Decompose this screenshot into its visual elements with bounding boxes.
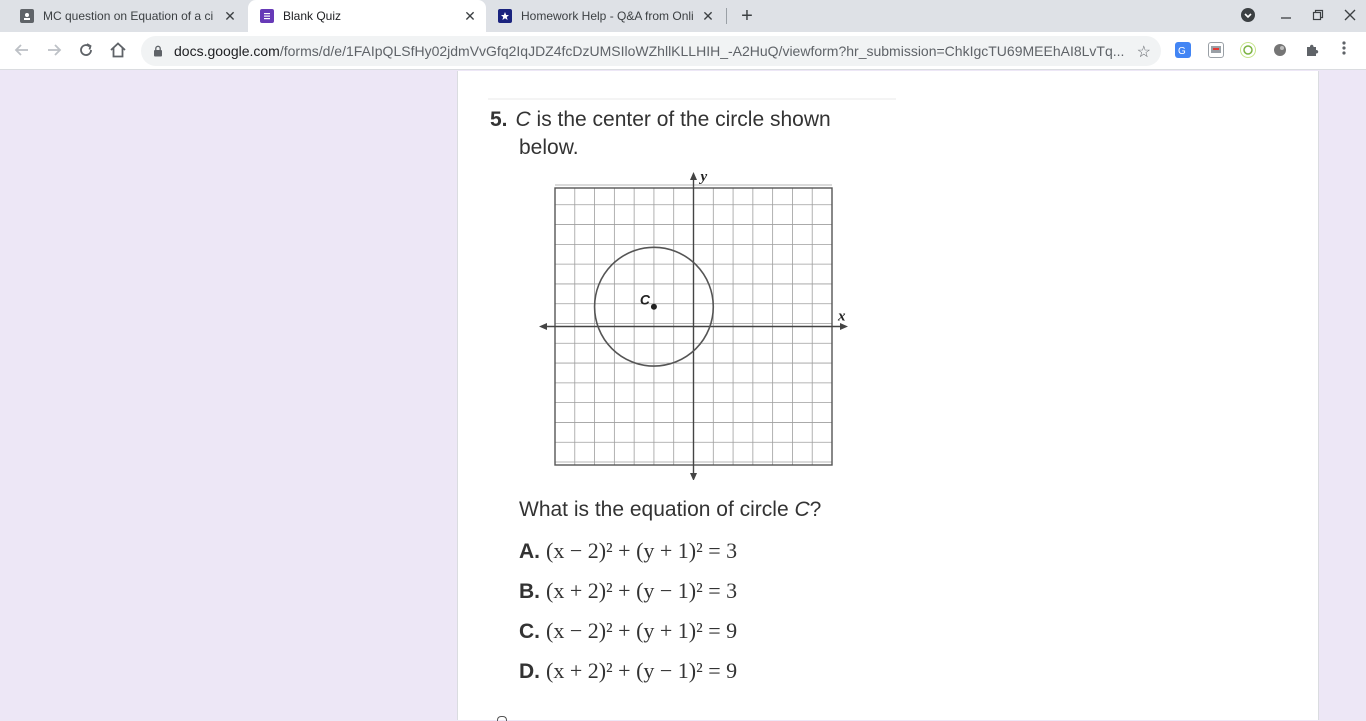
close-icon[interactable]: ✕ bbox=[700, 8, 716, 24]
tab-title: Homework Help - Q&A from Onli bbox=[521, 9, 694, 23]
lock-icon[interactable] bbox=[153, 45, 163, 57]
y-axis-label: y bbox=[699, 169, 708, 185]
choice-letter: C. bbox=[519, 620, 540, 643]
x-axis-label: x bbox=[837, 309, 846, 325]
tab-blank-quiz[interactable]: Blank Quiz ✕ bbox=[248, 0, 486, 32]
address-bar[interactable]: docs.google.com/forms/d/e/1FAIpQLSfHy02j… bbox=[141, 36, 1161, 66]
restore-icon[interactable] bbox=[1309, 7, 1327, 25]
reload-icon[interactable] bbox=[76, 41, 96, 61]
y-axis-arrow-down bbox=[690, 473, 697, 480]
google-translate-icon[interactable]: G bbox=[1175, 42, 1191, 58]
close-icon[interactable]: ✕ bbox=[462, 8, 478, 24]
prompt-end: ? bbox=[809, 498, 822, 521]
bookmark-star-icon[interactable]: ☆ bbox=[1137, 42, 1151, 62]
prompt-variable: C bbox=[794, 498, 810, 521]
choice-letter: B. bbox=[519, 580, 540, 603]
choice-c: C. (x − 2)² + (y + 1)² = 9 bbox=[519, 618, 737, 644]
tab-separator bbox=[726, 8, 727, 24]
choice-equation: (x − 2)² + (y + 1)² = 3 bbox=[546, 538, 738, 563]
minimize-icon[interactable] bbox=[1277, 7, 1295, 25]
choice-equation: (x + 2)² + (y − 1)² = 3 bbox=[546, 578, 738, 603]
tab-strip: MC question on Equation of a ci ✕ Blank … bbox=[0, 0, 1366, 32]
choice-equation: (x − 2)² + (y + 1)² = 9 bbox=[546, 618, 738, 643]
tab-title: Blank Quiz bbox=[283, 9, 342, 23]
tab-search-icon[interactable] bbox=[1239, 7, 1257, 25]
choice-equation: (x + 2)² + (y − 1)² = 9 bbox=[546, 658, 738, 683]
gray-extension-icon[interactable] bbox=[1272, 42, 1288, 58]
center-label: C bbox=[640, 292, 651, 308]
question-variable: C bbox=[515, 108, 531, 131]
url-host: docs.google.com bbox=[174, 43, 280, 59]
choice-a: A. (x − 2)² + (y + 1)² = 3 bbox=[519, 538, 737, 564]
choice-d: D. (x + 2)² + (y − 1)² = 9 bbox=[519, 658, 737, 684]
url-path: /forms/d/e/1FAIpQLSfHy02jdmVvGfq2IqJDZ4f… bbox=[279, 43, 1125, 59]
close-window-icon[interactable] bbox=[1341, 7, 1359, 25]
star-shield-icon bbox=[498, 9, 512, 23]
close-icon[interactable]: ✕ bbox=[222, 8, 238, 24]
new-tab-icon[interactable]: + bbox=[737, 6, 757, 26]
forms-icon bbox=[260, 9, 274, 23]
choice-letter: D. bbox=[519, 660, 540, 683]
choice-b: B. (x + 2)² + (y − 1)² = 3 bbox=[519, 578, 737, 604]
home-icon[interactable] bbox=[108, 41, 128, 61]
next-content-edge bbox=[497, 716, 507, 721]
prompt-text: What is the equation of circle bbox=[519, 498, 795, 521]
extensions-puzzle-icon[interactable] bbox=[1304, 42, 1320, 58]
circle-graph: y x C bbox=[539, 169, 848, 480]
classroom-icon bbox=[20, 9, 34, 23]
svg-text:G: G bbox=[1178, 46, 1186, 57]
question-text-line2: below. bbox=[519, 136, 579, 159]
cast-extension-icon[interactable] bbox=[1208, 42, 1224, 58]
forward-icon[interactable] bbox=[44, 41, 64, 61]
question-text: 5. C is the center of the circle shown be… bbox=[490, 106, 831, 162]
choice-letter: A. bbox=[519, 540, 540, 563]
image-top-edge bbox=[488, 98, 896, 100]
green-extension-icon[interactable] bbox=[1240, 42, 1256, 58]
question-prompt: What is the equation of circle C? bbox=[519, 498, 821, 522]
tab-homework-help[interactable]: Homework Help - Q&A from Onli ✕ bbox=[486, 0, 724, 32]
tab-mc-question[interactable]: MC question on Equation of a ci ✕ bbox=[8, 0, 246, 32]
more-menu-icon[interactable] bbox=[1338, 40, 1350, 62]
question-text-line1: is the center of the circle shown bbox=[530, 108, 831, 131]
center-point bbox=[650, 303, 657, 310]
question-number: 5. bbox=[490, 108, 508, 131]
y-axis-arrow-up bbox=[690, 172, 697, 180]
back-icon[interactable] bbox=[12, 41, 32, 61]
tab-title: MC question on Equation of a ci bbox=[43, 9, 214, 23]
x-axis-arrow-left bbox=[539, 323, 547, 330]
browser-toolbar: docs.google.com/forms/d/e/1FAIpQLSfHy02j… bbox=[0, 32, 1366, 70]
url-text[interactable]: docs.google.com/forms/d/e/1FAIpQLSfHy02j… bbox=[174, 43, 1124, 59]
